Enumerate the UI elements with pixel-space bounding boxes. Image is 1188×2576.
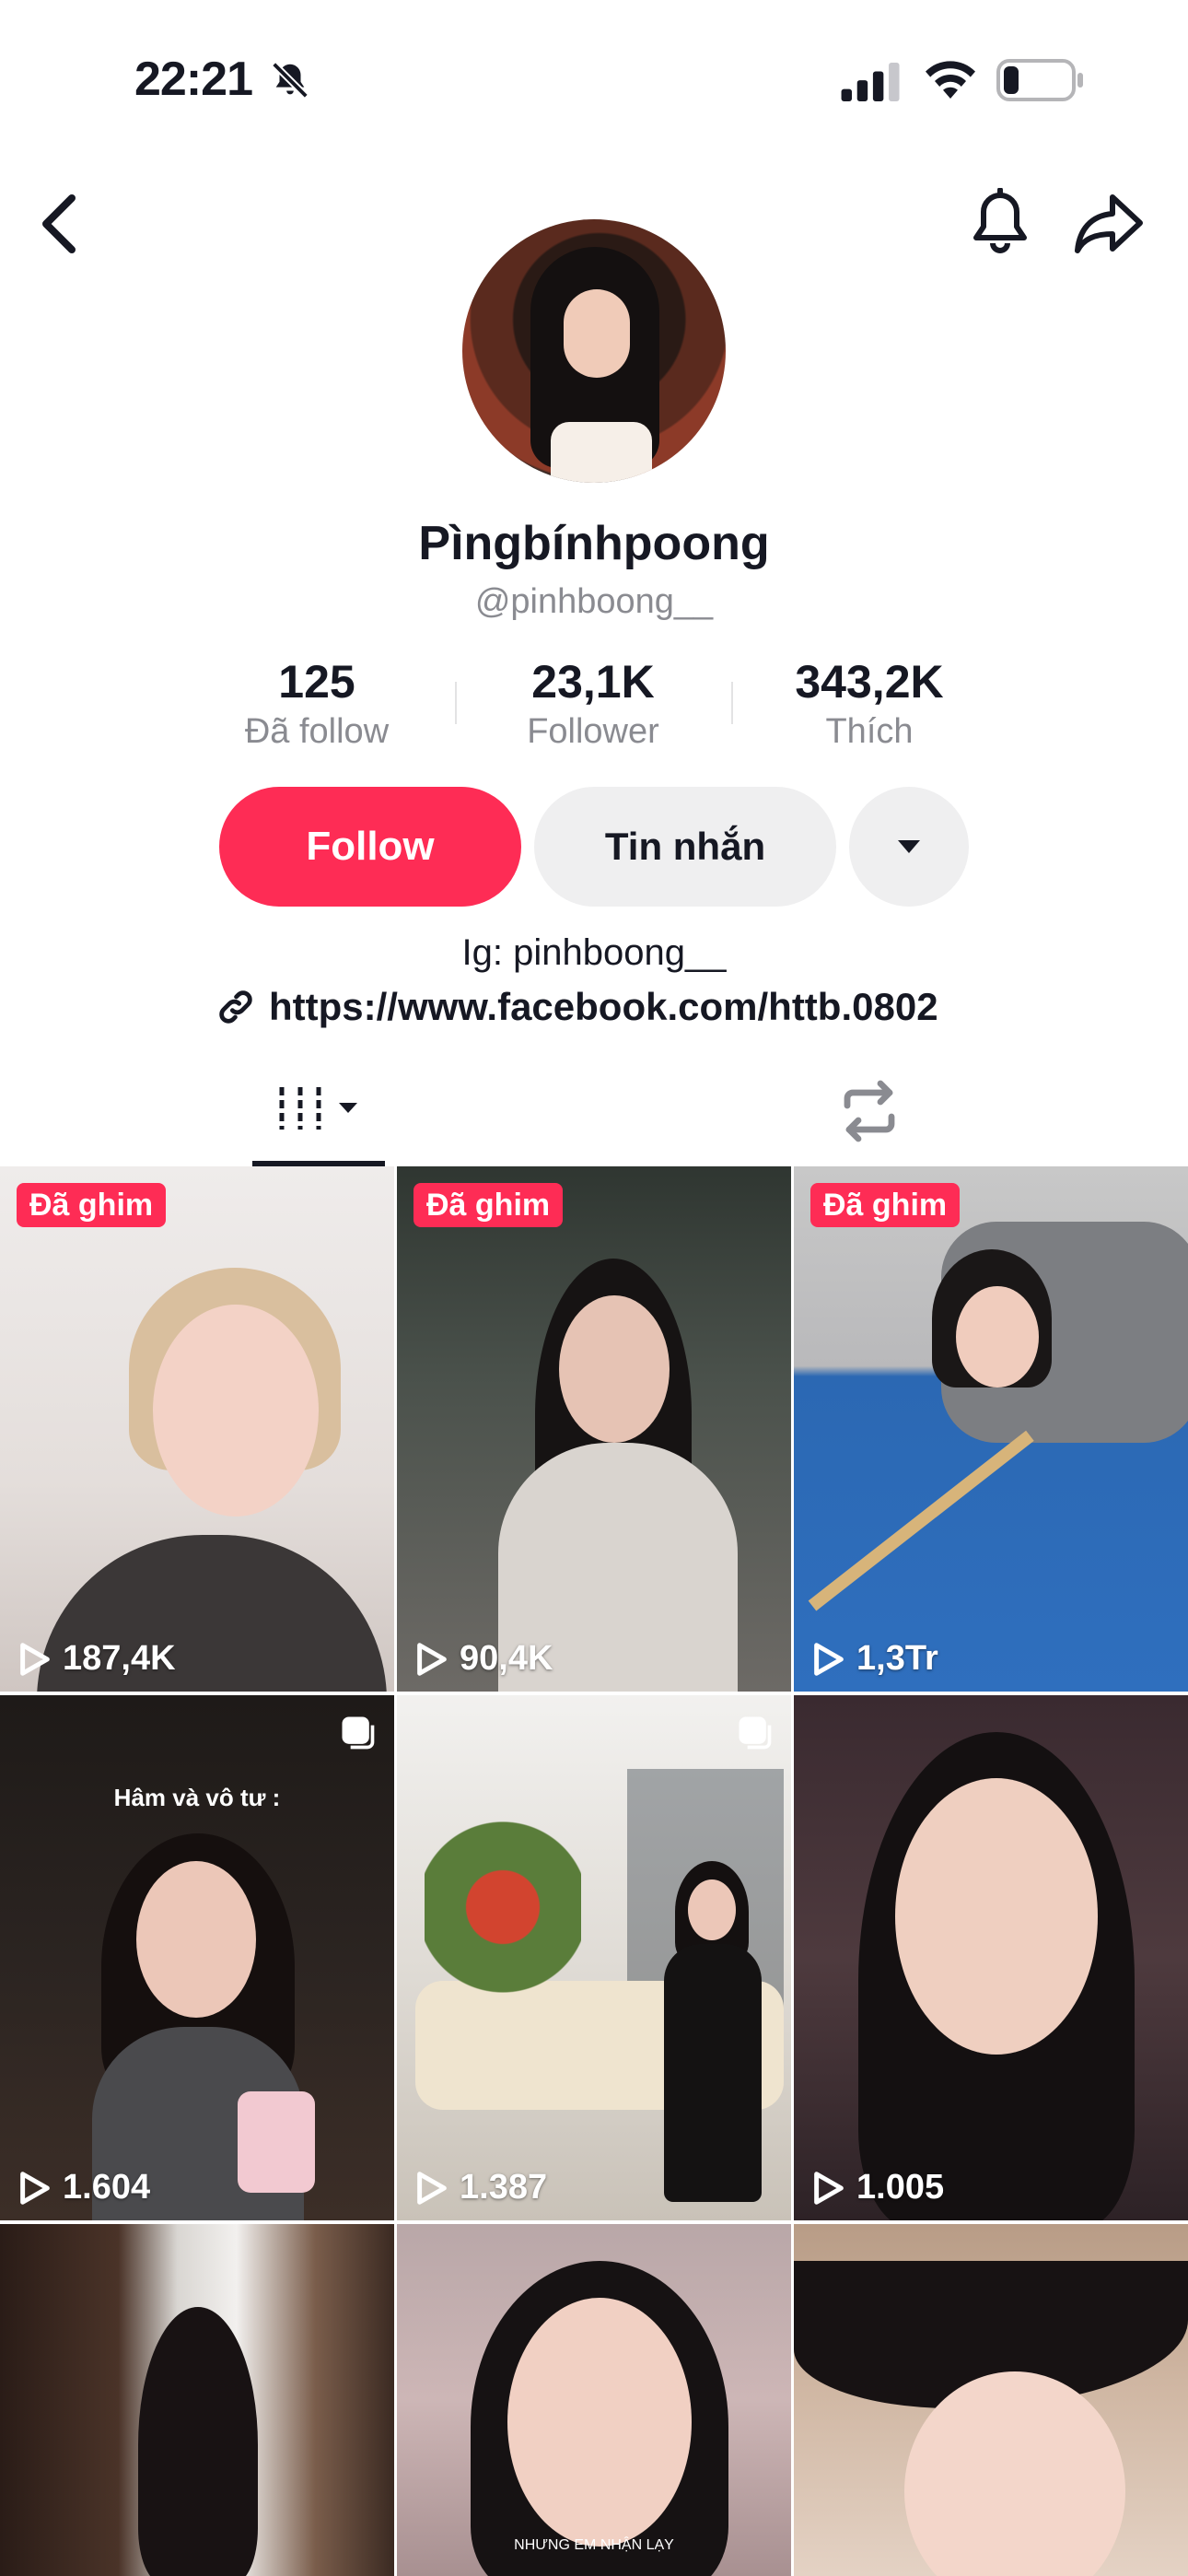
- multi-photo-icon: [739, 1716, 772, 1750]
- stat-followers-count: 23,1K: [531, 656, 655, 708]
- video-tile[interactable]: 1.387: [397, 1695, 791, 2220]
- more-options-button[interactable]: [849, 787, 969, 907]
- video-tile[interactable]: Đã ghim 90,4K: [397, 1166, 791, 1692]
- cellular-signal-icon: [841, 63, 900, 101]
- play-icon: [417, 1642, 447, 1676]
- stat-following-label: Đã follow: [244, 712, 390, 751]
- play-icon: [20, 2171, 50, 2205]
- multi-photo-icon: [342, 1716, 375, 1750]
- share-arrow-icon[interactable]: [1072, 190, 1146, 256]
- video-tile[interactable]: [0, 2224, 394, 2576]
- view-count: 1,3Tr: [810, 1639, 938, 1679]
- avatar-face: [564, 289, 630, 378]
- username-handle: @pinhboong__: [474, 582, 714, 621]
- view-count-text: 90,4K: [460, 1639, 553, 1678]
- thumbnail-face: [688, 1879, 736, 1940]
- wifi-icon: [926, 61, 975, 99]
- thumbnail-face: [895, 1778, 1098, 2055]
- bio-link-text: https://www.facebook.com/httb.0802: [269, 985, 938, 1028]
- video-caption: Hâm và vô tư :: [113, 1784, 281, 1811]
- thumbnail-cue-stick: [808, 1430, 1034, 1611]
- view-count-text: 187,4K: [63, 1639, 176, 1678]
- pinned-badge: Đã ghim: [17, 1183, 167, 1227]
- display-name: Pìngbínhpoong: [418, 517, 770, 570]
- view-count: 1.604: [17, 2168, 150, 2207]
- view-count: 1.387: [413, 2168, 547, 2207]
- view-count-text: 1.005: [856, 2168, 945, 2207]
- thumbnail-face: [559, 1295, 670, 1443]
- play-icon: [20, 1642, 50, 1676]
- bio-text: Ig: pinhboong__: [461, 932, 727, 973]
- tab-videos[interactable]: [252, 1060, 385, 1166]
- avatar[interactable]: [462, 219, 726, 483]
- stat-followers[interactable]: 23,1K Follower: [455, 654, 731, 754]
- back-arrow-icon[interactable]: [35, 190, 87, 258]
- play-icon: [814, 1642, 844, 1676]
- status-bar: 22:21: [0, 0, 1188, 157]
- status-time: 22:21: [134, 53, 253, 106]
- grid-columns-icon: [279, 1087, 357, 1130]
- stat-following-count: 125: [278, 656, 355, 708]
- profile-stats: 125 Đã follow 23,1K Follower 343,2K Thíc…: [0, 654, 1188, 755]
- stat-likes-count: 343,2K: [795, 656, 944, 708]
- profile-tabs: [0, 1060, 1188, 1166]
- avatar-top: [551, 422, 652, 483]
- battery-icon: [996, 59, 1083, 101]
- view-count-text: 1.387: [460, 2168, 548, 2207]
- bio-link[interactable]: https://www.facebook.com/httb.0802: [215, 984, 938, 1030]
- bell-slash-icon: [272, 62, 309, 99]
- video-tile[interactable]: Hâm và vô tư : 1.604: [0, 1695, 394, 2220]
- thumbnail-face: [507, 2298, 692, 2547]
- pinned-badge: Đã ghim: [810, 1183, 961, 1227]
- play-icon: [417, 2171, 447, 2205]
- video-tile[interactable]: Đã ghim 187,4K: [0, 1166, 394, 1692]
- view-count: 1.005: [810, 2168, 944, 2207]
- caret-down-icon: [898, 840, 920, 853]
- video-grid: Đã ghim 187,4K Đã ghim 90,4K Đã ghim 1,3…: [0, 1166, 1188, 2576]
- view-count-text: 1.604: [63, 2168, 151, 2207]
- video-tile[interactable]: 1.005: [794, 1695, 1188, 2220]
- video-tile[interactable]: Đã ghim 1,3Tr: [794, 1166, 1188, 1692]
- view-count-text: 1,3Tr: [856, 1639, 938, 1678]
- message-button[interactable]: Tin nhắn: [534, 787, 836, 907]
- follow-button[interactable]: Follow: [219, 787, 521, 907]
- view-count: 187,4K: [17, 1639, 176, 1679]
- thumbnail-face: [956, 1286, 1039, 1388]
- stat-followers-label: Follower: [527, 712, 659, 751]
- view-count: 90,4K: [413, 1639, 553, 1679]
- bell-icon[interactable]: [967, 188, 1033, 258]
- thumbnail-face: [136, 1861, 256, 2018]
- pinned-badge: Đã ghim: [413, 1183, 564, 1227]
- stat-following[interactable]: 125 Đã follow: [179, 654, 455, 754]
- video-caption: NHƯNG EM NHẬN LẠY: [514, 2537, 674, 2553]
- video-tile[interactable]: [794, 2224, 1188, 2576]
- stat-likes: 343,2K Thích: [731, 654, 1007, 754]
- thumbnail-hair: [138, 2307, 258, 2576]
- thumbnail-flowers: [425, 1815, 581, 1999]
- thumbnail-face: [153, 1305, 319, 1516]
- thumbnail-clothing: [664, 1944, 762, 2202]
- video-tile[interactable]: NHƯNG EM NHẬN LẠY: [397, 2224, 791, 2576]
- thumbnail-drink: [238, 2091, 315, 2193]
- stat-likes-label: Thích: [825, 712, 914, 751]
- link-icon: [219, 990, 252, 1024]
- play-icon: [814, 2171, 844, 2205]
- repost-icon[interactable]: [833, 1078, 906, 1144]
